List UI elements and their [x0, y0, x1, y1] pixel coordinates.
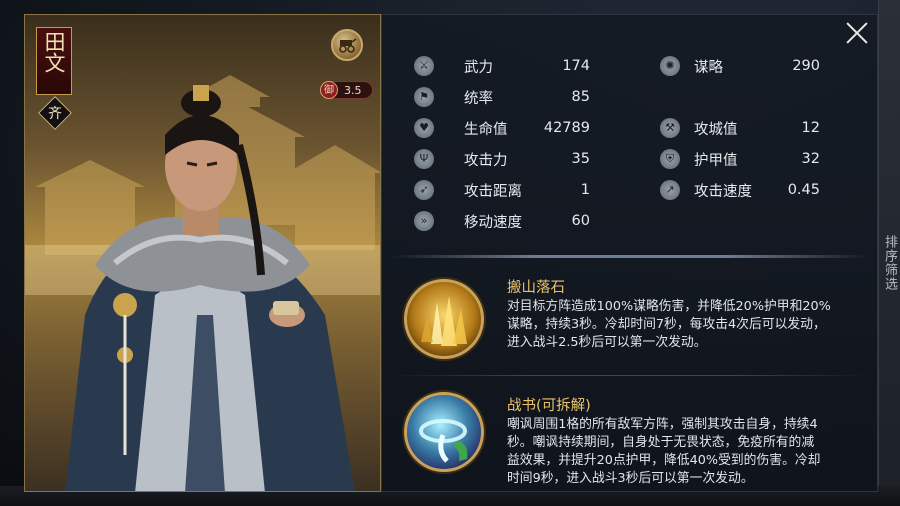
stat-label: 攻击速度	[694, 183, 752, 200]
skill-divider	[392, 375, 870, 376]
boot-icon: »	[414, 211, 434, 231]
stat-row-move-speed: » 移动速度 60	[414, 208, 590, 234]
stat-value: 290	[792, 58, 820, 74]
stat-row-attack: Ψ 攻击力 35	[414, 146, 590, 172]
stat-value: 85	[571, 89, 590, 105]
stat-row-attack-speed: ↗ 攻击速度 0.45	[660, 177, 820, 203]
banner-icon: ⚑	[414, 87, 434, 107]
stat-row-range: ➶ 攻击距离 1	[414, 177, 590, 203]
skill-1-description: 对目标方阵造成100%谋略伤害，并降低20%护甲和20% 谋略，持续3秒。冷却时…	[507, 298, 859, 352]
section-divider	[392, 255, 870, 258]
hero-name: 田文	[42, 31, 66, 73]
cart-icon[interactable]	[331, 29, 363, 61]
sort-filter-button[interactable]: 排序筛选	[879, 235, 897, 291]
stat-label: 攻城值	[694, 121, 738, 138]
brain-icon: ✺	[660, 56, 680, 76]
stat-label: 护甲值	[694, 152, 738, 169]
stat-value: 42789	[543, 120, 590, 136]
stat-row-command: ⚑ 统率 85	[414, 84, 590, 110]
skill-2-description: 嘲讽周围1格的所有敌军方阵，强制其攻击自身，持续4 秒。嘲讽持续期间，自身处于无…	[507, 416, 859, 488]
hero-portrait: 田文 齐 御 3.5	[24, 14, 381, 492]
stat-value: 12	[801, 120, 820, 136]
skill-2-name: 战书(可拆解)	[507, 398, 591, 414]
skill-1-line: 进入战斗2.5秒后可以第一次发动。	[507, 335, 707, 350]
stat-row-siege: ⚒ 攻城值 12	[660, 115, 820, 141]
stat-row-hp: ♥ 生命值 42789	[414, 115, 590, 141]
defense-badge: 御 3.5	[320, 81, 373, 99]
skill-2-line: 时间9秒，进入战斗3秒后可以第一次发动。	[507, 471, 754, 486]
spear-icon: ↗	[660, 180, 680, 200]
stat-label: 生命值	[464, 121, 508, 138]
hero-detail-screen: 排序筛选 田文 齐 御 3.5 ⚔ 武力 174 ⚑ 统率 85 ♥ 生命值 4…	[0, 0, 900, 506]
falling-rocks-icon[interactable]	[404, 279, 484, 359]
stat-label: 统率	[464, 90, 493, 107]
defense-badge-icon: 御	[320, 81, 338, 99]
stat-value: 174	[562, 58, 590, 74]
stat-row-force: ⚔ 武力 174	[414, 53, 590, 79]
skill-2-line: 秒。嘲讽持续期间，自身处于无畏状态，免疫所有的减	[507, 435, 815, 450]
stat-value: 35	[571, 151, 590, 167]
shield-icon: ⛨	[660, 149, 680, 169]
stat-label: 移动速度	[464, 214, 522, 231]
skill-1-line: 谋略，持续3秒。冷却时间7秒，每攻击4次后可以发动，	[507, 317, 826, 332]
skill-1-line: 对目标方阵造成100%谋略伤害，并降低20%护甲和20%	[507, 299, 831, 314]
skill-1-name: 搬山落石	[507, 280, 565, 296]
stat-label: 谋略	[694, 59, 723, 76]
hero-name-plate: 田文	[36, 27, 72, 95]
stat-value: 1	[580, 182, 590, 198]
stat-value: 60	[571, 213, 590, 229]
stat-row-strategy: ✺ 谋略 290	[660, 53, 820, 79]
skill-2-line: 嘲讽周围1格的所有敌军方阵，强制其攻击自身，持续4	[507, 417, 818, 432]
stat-row-armor: ⛨ 护甲值 32	[660, 146, 820, 172]
nation-label: 齐	[48, 106, 62, 122]
catapult-icon: ⚒	[660, 118, 680, 138]
trident-icon: Ψ	[414, 149, 434, 169]
stat-value: 0.45	[787, 182, 820, 198]
defense-badge-value: 3.5	[344, 83, 362, 97]
close-button[interactable]	[843, 18, 873, 48]
stat-value: 32	[801, 151, 820, 167]
bow-icon: ➶	[414, 180, 434, 200]
stat-label: 武力	[464, 59, 493, 76]
war-scroll-icon[interactable]	[404, 392, 484, 472]
crossed-swords-icon: ⚔	[414, 56, 434, 76]
stat-label: 攻击力	[464, 152, 508, 169]
heart-icon: ♥	[414, 118, 434, 138]
stat-label: 攻击距离	[464, 183, 522, 200]
skill-2-line: 益效果，并提升20点护甲，降低40%受到的伤害。冷却	[507, 453, 821, 468]
